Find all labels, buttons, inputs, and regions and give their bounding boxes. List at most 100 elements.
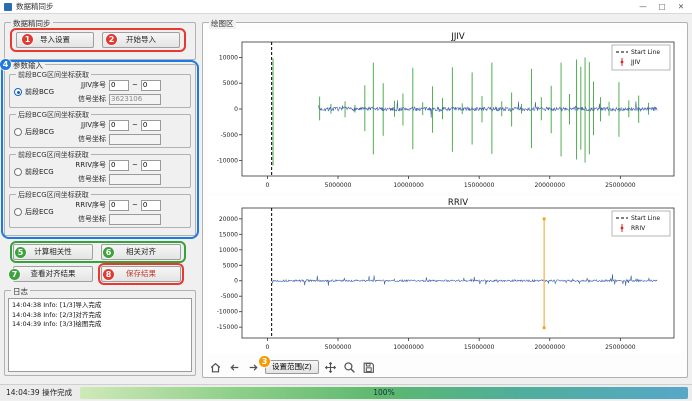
- minimize-button[interactable]: —: [634, 0, 652, 14]
- radio-front-bcg[interactable]: 前段BCG: [14, 87, 54, 97]
- svg-text:Start Line: Start Line: [631, 49, 660, 56]
- step-badge-2: 2: [106, 34, 117, 45]
- set-range-button[interactable]: 设置范围(Z): [265, 360, 319, 374]
- jjiv-chart[interactable]: JJIV 0 5000000 10000000 15000000 20000000 2500…: [208, 30, 682, 192]
- range-separator: ~: [132, 201, 138, 209]
- signal-coord-input: [109, 214, 161, 225]
- title-bar: 数据精同步 — □ ✕: [0, 0, 692, 14]
- pan-icon[interactable]: [324, 360, 338, 374]
- log-list[interactable]: 14:04:38 Info: [1/3]导入完成 14:04:38 Info: …: [8, 298, 192, 372]
- seq-end-input[interactable]: [141, 120, 161, 131]
- svg-text:20000: 20000: [219, 216, 238, 223]
- svg-text:RRIV: RRIV: [448, 198, 468, 208]
- range-separator: ~: [132, 161, 138, 169]
- step-badge-7: 7: [9, 269, 20, 280]
- svg-text:10000000: 10000000: [393, 344, 424, 351]
- radio-label: 前段ECG: [25, 167, 54, 177]
- svg-text:-5000: -5000: [221, 132, 239, 139]
- svg-text:20000000: 20000000: [534, 182, 565, 189]
- save-icon[interactable]: [362, 360, 376, 374]
- progress-bar: 100%: [80, 387, 688, 399]
- svg-text:-10000: -10000: [217, 309, 238, 316]
- seq-label: JJIV序号: [66, 80, 106, 90]
- view-result-button[interactable]: 查看对齐结果: [13, 266, 93, 282]
- app-icon: [4, 3, 12, 11]
- seq-row: JJIV序号 ~: [66, 79, 161, 91]
- radio-dot-selected: [14, 88, 22, 96]
- seq-start-input[interactable]: [109, 200, 129, 211]
- seq-label: RRIV序号: [66, 200, 106, 210]
- maximize-button[interactable]: □: [653, 0, 671, 14]
- plot-group-title: 绘图区: [209, 18, 236, 29]
- radio-back-bcg[interactable]: 后段BCG: [14, 127, 54, 137]
- sync-group-title: 数据精同步: [11, 18, 53, 29]
- svg-text:15000: 15000: [219, 231, 238, 238]
- window-title: 数据精同步: [16, 0, 54, 14]
- coord-row: 信号坐标: [66, 213, 161, 225]
- svg-text:0: 0: [265, 344, 269, 351]
- step-badge-8: 8: [103, 269, 114, 280]
- radio-back-ecg[interactable]: 后段ECG: [14, 207, 54, 217]
- seq-start-input[interactable]: [109, 160, 129, 171]
- radio-label: 前段BCG: [25, 87, 54, 97]
- svg-text:0: 0: [234, 106, 238, 113]
- step-badge-3: 3: [259, 356, 270, 367]
- svg-text:5000000: 5000000: [325, 182, 352, 189]
- svg-text:JJIV: JJIV: [630, 59, 641, 66]
- coord-label: 信号坐标: [66, 134, 106, 144]
- zoom-icon[interactable]: [343, 360, 357, 374]
- home-icon[interactable]: [208, 360, 222, 374]
- step-badge-6: 6: [103, 247, 114, 258]
- log-line: 14:04:38 Info: [1/3]导入完成: [12, 301, 188, 311]
- radio-front-ecg[interactable]: 前段ECG: [14, 167, 54, 177]
- svg-text:5000000: 5000000: [325, 344, 352, 351]
- plot-toolbar: 设置范围(Z): [208, 358, 376, 376]
- radio-label: 后段ECG: [25, 207, 54, 217]
- svg-text:-5000: -5000: [221, 293, 239, 300]
- step-badge-1: 1: [22, 34, 33, 45]
- signal-coord-input: [109, 174, 161, 185]
- svg-text:RRIV: RRIV: [631, 225, 646, 232]
- svg-text:15000000: 15000000: [464, 182, 495, 189]
- coord-label: 信号坐标: [66, 214, 106, 224]
- step-badge-4: 4: [0, 59, 11, 70]
- svg-text:10000000: 10000000: [393, 182, 424, 189]
- svg-text:25000000: 25000000: [605, 182, 636, 189]
- svg-text:25000000: 25000000: [605, 344, 636, 351]
- rriv-chart[interactable]: RRIV050000001000000015000000200000002500…: [208, 196, 682, 354]
- range-separator: ~: [132, 121, 138, 129]
- log-line: 14:04:38 Info: [2/3]对齐完成: [12, 311, 188, 321]
- svg-text:5000: 5000: [223, 80, 238, 87]
- status-message: 14:04:39 操作完成: [6, 385, 72, 401]
- coord-row: 信号坐标: [66, 133, 161, 145]
- log-line: 14:04:39 Info: [3/3]绘图完成: [12, 320, 188, 330]
- radio-dot: [14, 128, 22, 136]
- seq-end-input[interactable]: [141, 160, 161, 171]
- svg-text:10000: 10000: [219, 54, 238, 61]
- status-bar: 14:04:39 操作完成 100%: [0, 384, 692, 400]
- svg-text:JJIV: JJIV: [450, 32, 465, 42]
- coord-label: 信号坐标: [66, 174, 106, 184]
- svg-text:15000000: 15000000: [464, 344, 495, 351]
- signal-coord-input: [109, 134, 161, 145]
- forward-icon[interactable]: [246, 360, 260, 374]
- svg-text:5000: 5000: [223, 262, 238, 269]
- svg-text:-15000: -15000: [217, 324, 238, 331]
- seq-start-input[interactable]: [109, 80, 129, 91]
- radio-dot: [14, 208, 22, 216]
- svg-text:0: 0: [265, 182, 269, 189]
- seq-row: RRIV序号 ~: [66, 199, 161, 211]
- seq-end-input[interactable]: [141, 80, 161, 91]
- seq-label: JJIV序号: [66, 120, 106, 130]
- seq-label: RRIV序号: [66, 160, 106, 170]
- svg-text:10000: 10000: [219, 247, 238, 254]
- radio-label: 后段BCG: [25, 127, 54, 137]
- seq-end-input[interactable]: [141, 200, 161, 211]
- signal-coord-input: [109, 94, 161, 105]
- seq-start-input[interactable]: [109, 120, 129, 131]
- range-separator: ~: [132, 81, 138, 89]
- coord-row: 信号坐标: [66, 173, 161, 185]
- back-icon[interactable]: [227, 360, 241, 374]
- coord-row: 信号坐标: [66, 93, 161, 105]
- close-button[interactable]: ✕: [672, 0, 690, 14]
